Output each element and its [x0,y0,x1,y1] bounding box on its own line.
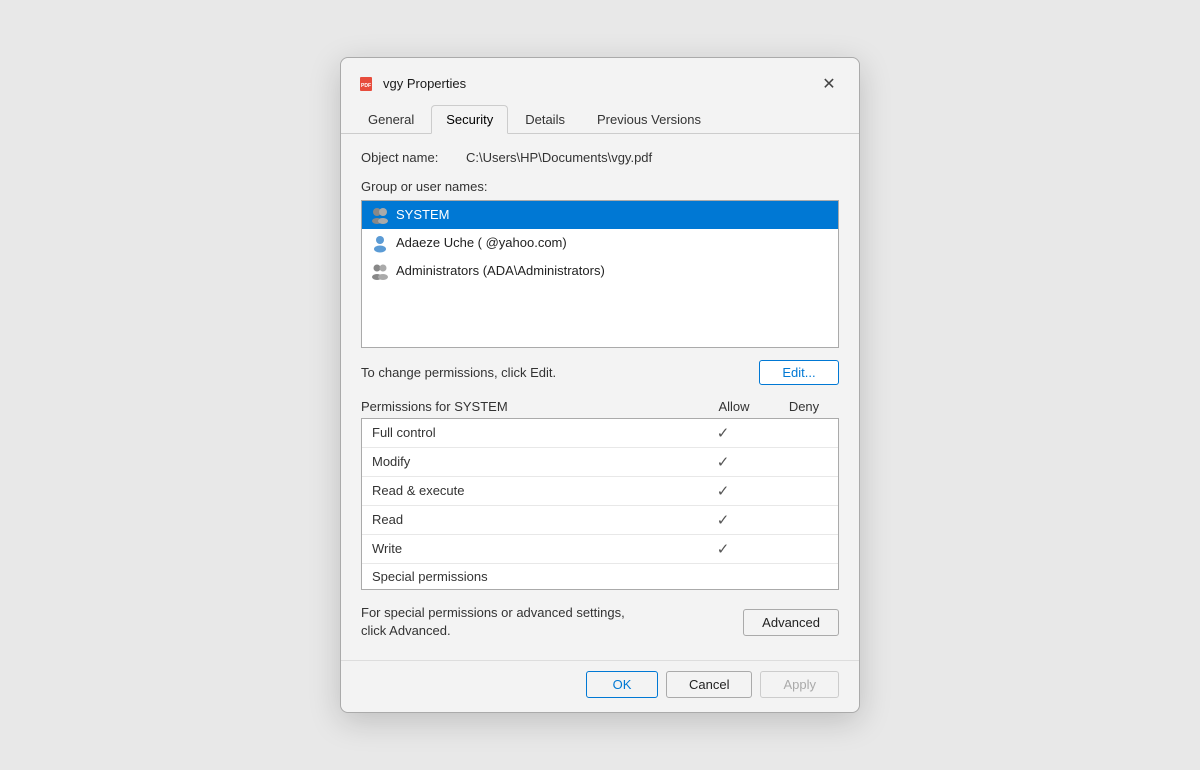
perm-write: Write ✓ [362,535,838,564]
perm-modify: Modify ✓ [362,448,838,477]
user-item-admin-name: Administrators (ADA\Administrators) [396,263,605,278]
tab-details[interactable]: Details [510,105,580,134]
tab-previous-versions[interactable]: Previous Versions [582,105,716,134]
object-name-value: C:\Users\HP\Documents\vgy.pdf [466,150,652,165]
perm-special: Special permissions [362,564,838,589]
perm-read-allow: ✓ [688,511,758,529]
perm-full-control-allow: ✓ [688,424,758,442]
pdf-icon: PDF [357,75,375,93]
svg-text:PDF: PDF [361,83,371,89]
perm-full-control: Full control ✓ [362,419,838,448]
permissions-title: Permissions for SYSTEM [361,399,699,414]
adaeze-user-icon [370,233,390,253]
perm-special-label: Special permissions [372,569,688,584]
advanced-button[interactable]: Advanced [743,609,839,636]
close-button[interactable]: ✕ [815,70,843,98]
perm-modify-label: Modify [372,454,688,469]
perm-write-allow: ✓ [688,540,758,558]
perm-allow-header: Allow [699,399,769,414]
change-permissions-row: To change permissions, click Edit. Edit.… [361,360,839,385]
perm-deny-header: Deny [769,399,839,414]
dialog-title: vgy Properties [383,76,815,91]
apply-button[interactable]: Apply [760,671,839,698]
user-item-system[interactable]: SYSTEM [362,201,838,229]
title-bar: PDF vgy Properties ✕ [341,58,859,100]
properties-dialog: PDF vgy Properties ✕ General Security De… [340,57,860,713]
advanced-text: For special permissions or advanced sett… [361,604,651,640]
user-item-administrators[interactable]: Administrators (ADA\Administrators) [362,257,838,285]
user-item-adaeze-name: Adaeze Uche ( @yahoo.com) [396,235,567,250]
perm-read-label: Read [372,512,688,527]
perm-modify-allow: ✓ [688,453,758,471]
perm-full-control-label: Full control [372,425,688,440]
permissions-table: Full control ✓ Modify ✓ Read & execute ✓… [361,418,839,590]
perm-write-label: Write [372,541,688,556]
change-permissions-text: To change permissions, click Edit. [361,365,556,380]
cancel-button[interactable]: Cancel [666,671,752,698]
ok-button[interactable]: OK [586,671,658,698]
dialog-footer: OK Cancel Apply [341,660,859,712]
edit-button[interactable]: Edit... [759,360,839,385]
perm-read-execute-label: Read & execute [372,483,688,498]
user-item-adaeze[interactable]: Adaeze Uche ( @yahoo.com) [362,229,838,257]
perm-read: Read ✓ [362,506,838,535]
advanced-row: For special permissions or advanced sett… [361,604,839,640]
user-list[interactable]: SYSTEM Adaeze Uche ( @yahoo.com) [361,200,839,348]
tab-security[interactable]: Security [431,105,508,134]
permissions-section: Permissions for SYSTEM Allow Deny Full c… [361,399,839,590]
perm-read-execute-allow: ✓ [688,482,758,500]
system-user-icon [370,205,390,225]
security-tab-content: Object name: C:\Users\HP\Documents\vgy.p… [341,134,859,660]
object-name-label: Object name: [361,150,466,165]
perm-read-execute: Read & execute ✓ [362,477,838,506]
tab-bar: General Security Details Previous Versio… [341,104,859,134]
perm-header: Permissions for SYSTEM Allow Deny [361,399,839,414]
object-name-row: Object name: C:\Users\HP\Documents\vgy.p… [361,150,839,165]
tab-general[interactable]: General [353,105,429,134]
admin-group-icon [370,261,390,281]
group-label: Group or user names: [361,179,839,194]
user-item-system-name: SYSTEM [396,207,449,222]
